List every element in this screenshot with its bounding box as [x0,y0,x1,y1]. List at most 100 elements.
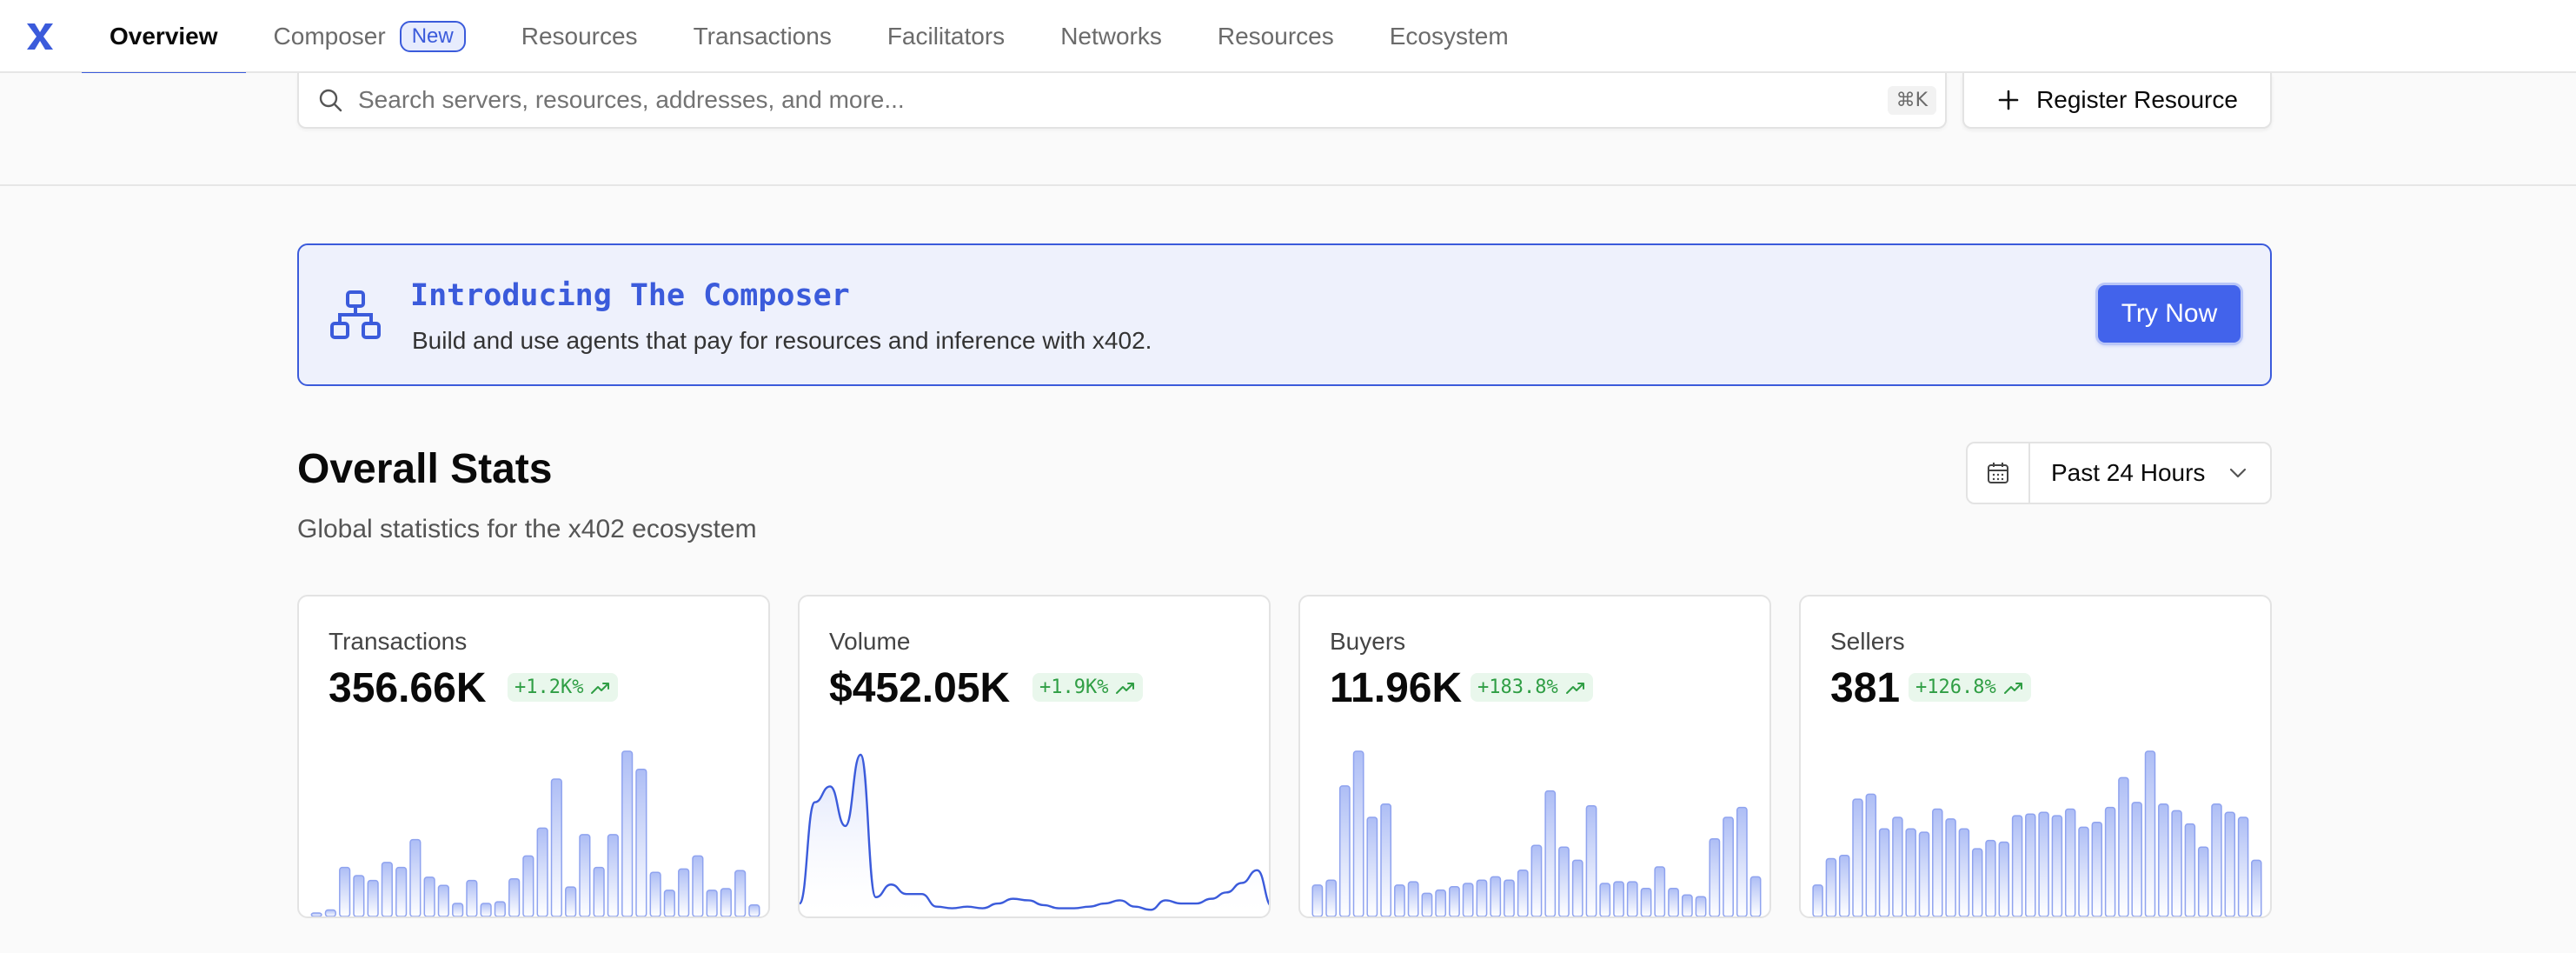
chart-bar [1311,884,1324,916]
chart-bar [1945,818,1956,916]
chart-bar [2051,815,2063,916]
delta-value: +1.9K% [1039,676,1109,698]
chart-bar [1640,887,1652,916]
chart-bar [480,903,492,916]
trend-up-icon [1565,682,1584,694]
chart-bar [2104,806,2116,916]
chart-bar [2144,750,2156,916]
sparkline-chart [310,750,760,916]
tab-resources[interactable]: Resources [494,0,666,73]
chart-bar [550,778,562,916]
chart-bar [2224,811,2236,916]
try-now-button[interactable]: Try Now [2098,285,2241,343]
chart-bar [579,834,591,916]
tab-ecosystem[interactable]: Ecosystem [1362,0,1537,73]
chart-bar [1932,808,1943,916]
section-subtitle: Global statistics for the x402 ecosystem [297,515,757,543]
chart-bar [1462,883,1474,916]
chart-bar [1695,896,1707,916]
card-label: Sellers [1830,628,1905,655]
chart-bar [1380,803,1392,916]
chart-bar [1394,884,1405,916]
chart-bar [1558,846,1570,916]
card-value: $452.05K [829,665,1011,711]
composer-banner: Introducing The Composer Build and use a… [297,243,2272,386]
chart-bar [508,877,521,916]
chart-bar [2091,821,2103,916]
range-select[interactable]: Past 24 Hours [2030,443,2270,503]
banner-subtitle: Build and use agents that pay for resour… [412,327,1152,354]
chart-bar [494,901,506,916]
card-value: 356.66K [329,665,487,711]
tab-composer[interactable]: Composer New [246,0,494,73]
chart-bar [1918,831,1930,916]
chart-bar [1325,879,1338,916]
chart-bar [2251,859,2262,916]
chart-bar [367,879,379,916]
chart-bar [1838,854,1850,916]
chart-bar [1825,857,1837,916]
new-badge: New [399,21,466,52]
chart-bar [565,886,577,916]
chart-bar [607,834,619,916]
tab-label: Ecosystem [1389,23,1509,50]
tab-label: Networks [1060,23,1162,50]
chart-bar [706,890,718,916]
search-input[interactable] [358,86,1888,114]
tab-facilitators[interactable]: Facilitators [860,0,1032,73]
tab-label: Facilitators [886,23,1006,50]
chart-bar [1626,881,1638,916]
workflow-icon [330,290,381,339]
chart-bar [353,875,365,916]
register-resource-label: Register Resource [2036,86,2238,113]
chart-bar [1476,879,1488,916]
stat-card-sellers[interactable]: Sellers 381 +126.8% [1799,595,2272,918]
calendar-icon [1988,463,2008,483]
sparkline-chart [1311,750,1762,916]
delta-badge: +183.8% [1471,673,1593,702]
tab-transactions[interactable]: Transactions [666,0,860,73]
chart-bar [2064,808,2076,916]
top-nav: Overview Composer New Resources Transact… [0,0,2576,75]
chart-bar [2011,815,2023,916]
search-strip: ⌘K Register Resource [0,73,2576,186]
delta-badge: +126.8% [1909,673,2031,702]
chart-bar [452,903,464,916]
card-value: 381 [1830,665,1901,711]
chart-bar [1749,876,1762,916]
delta-badge: +1.2K% [508,673,619,702]
tab-resources-2[interactable]: Resources [1190,0,1362,73]
search-box[interactable]: ⌘K [297,73,1947,129]
chart-bar [466,879,478,916]
trend-up-icon [591,682,610,694]
chart-bar [663,890,675,916]
logo-icon[interactable] [24,21,56,52]
card-value: 11.96K [1330,665,1463,711]
chevron-down-icon [2229,468,2247,478]
chart-bar [1585,804,1597,916]
register-resource-button[interactable]: Register Resource [1962,73,2272,129]
tab-networks[interactable]: Networks [1032,0,1190,73]
chart-bar [1421,892,1433,916]
chart-bar [1985,839,1996,916]
card-label: Volume [829,628,911,655]
chart-bar [395,866,408,916]
chart-bar [1530,844,1543,916]
tab-label: Resources [521,23,638,50]
chart-bar [2237,816,2249,916]
tab-label: Overview [110,23,218,50]
delta-value: +183.8% [1477,676,1558,698]
stat-card-buyers[interactable]: Buyers 11.96K +183.8% [1298,595,1771,918]
tab-overview[interactable]: Overview [82,0,246,75]
stat-card-volume[interactable]: Volume $452.05K +1.9K% [798,595,1271,918]
chart-bar [2171,810,2182,916]
chart-bar [339,866,351,916]
chart-bar [1654,866,1666,916]
chart-bar [2025,813,2036,916]
chart-bar [593,866,605,916]
calendar-button[interactable] [1968,443,2030,503]
stat-card-transactions[interactable]: Transactions 356.66K +1.2K% [297,595,770,918]
chart-bar [1998,841,2010,916]
chart-bar [649,871,661,916]
chart-bar [1338,785,1351,916]
